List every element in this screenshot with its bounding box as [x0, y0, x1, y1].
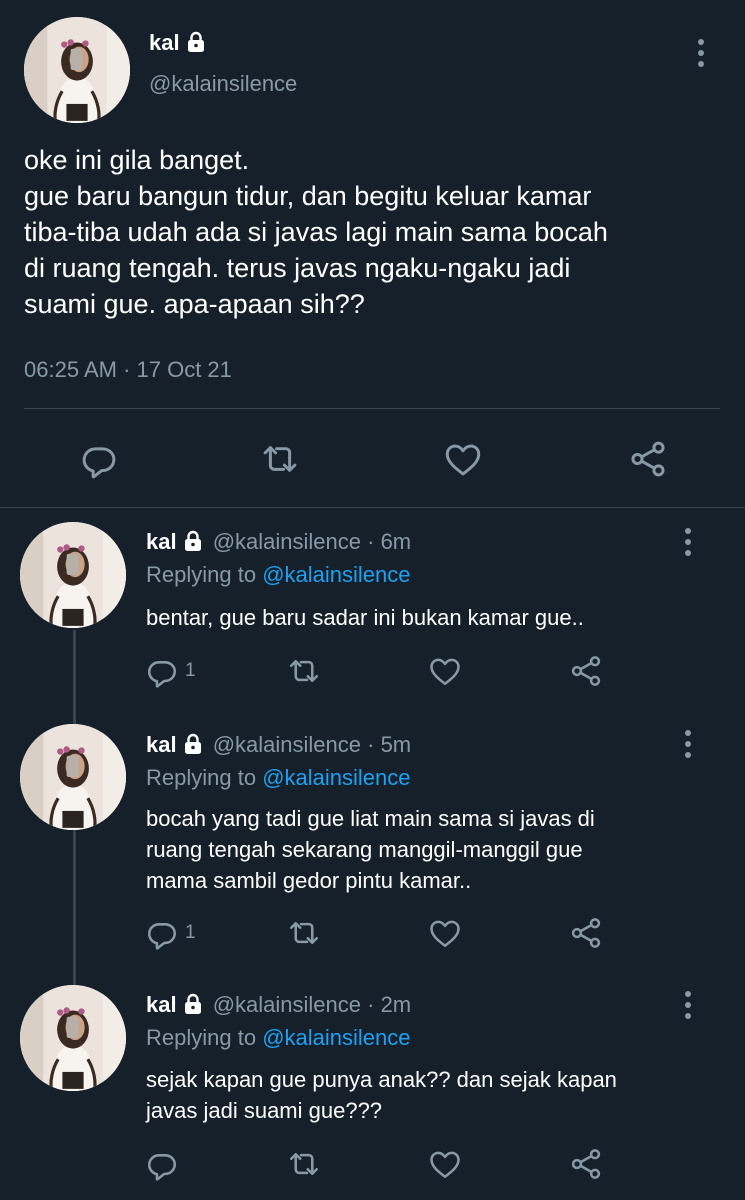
like-icon[interactable]: [427, 1146, 463, 1182]
reply-header: kal @kalainsilence · 6m: [146, 529, 411, 558]
lock-icon: [186, 31, 206, 59]
avatar[interactable]: [24, 17, 130, 123]
reply-text-line: javas jadi suami gue???: [146, 1098, 383, 1123]
avatar[interactable]: [20, 985, 126, 1091]
reply-text-line: bentar, gue baru sadar ini bukan kamar g…: [146, 605, 584, 630]
reply-text-line: sejak kapan gue punya anak?? dan sejak k…: [146, 1067, 617, 1092]
display-name[interactable]: kal: [149, 30, 206, 59]
reply-icon[interactable]: [144, 915, 180, 951]
replying-to: Replying to @kalainsilence: [146, 562, 411, 588]
replying-prefix: Replying to: [146, 765, 257, 790]
display-name[interactable]: kal: [146, 732, 177, 757]
share-icon[interactable]: [568, 915, 604, 951]
retweet-icon[interactable]: [258, 438, 302, 480]
lock-icon: [183, 530, 203, 558]
handle-time[interactable]: @kalainsilence · 5m: [213, 732, 411, 757]
share-icon[interactable]: [568, 653, 604, 689]
tweet-text-line: di ruang tengah. terus javas ngaku-ngaku…: [24, 253, 571, 283]
replying-prefix: Replying to: [146, 562, 257, 587]
tweet-text-line: tiba-tiba udah ada si javas lagi main sa…: [24, 217, 608, 247]
like-icon[interactable]: [427, 653, 463, 689]
reply-text: bentar, gue baru sadar ini bukan kamar g…: [146, 602, 584, 633]
more-options-icon[interactable]: [691, 33, 711, 73]
divider: [0, 507, 745, 508]
reply-text-line: mama sambil gedor pintu kamar..: [146, 868, 472, 893]
retweet-icon[interactable]: [285, 915, 323, 951]
reply-icon[interactable]: [144, 1146, 180, 1182]
reply-header: kal @kalainsilence · 2m: [146, 992, 411, 1021]
more-options-icon[interactable]: [678, 724, 698, 764]
replying-to-link[interactable]: @kalainsilence: [262, 1025, 410, 1050]
handle-time[interactable]: @kalainsilence · 2m: [213, 992, 411, 1017]
like-icon[interactable]: [427, 915, 463, 951]
reply-text: sejak kapan gue punya anak?? dan sejak k…: [146, 1064, 617, 1126]
retweet-icon[interactable]: [285, 653, 323, 689]
avatar[interactable]: [20, 724, 126, 830]
like-icon[interactable]: [442, 438, 484, 480]
lock-icon: [183, 733, 203, 761]
handle[interactable]: @kalainsilence: [149, 71, 297, 97]
replying-prefix: Replying to: [146, 1025, 257, 1050]
display-name[interactable]: kal: [146, 992, 177, 1017]
reply-count: 1: [185, 660, 196, 681]
handle-time[interactable]: @kalainsilence · 6m: [213, 529, 411, 554]
replying-to-link[interactable]: @kalainsilence: [262, 562, 410, 587]
lock-icon: [183, 993, 203, 1021]
reply-text-line: ruang tengah sekarang manggil-manggil gu…: [146, 837, 583, 862]
replying-to: Replying to @kalainsilence: [146, 765, 411, 791]
retweet-icon[interactable]: [285, 1146, 323, 1182]
share-icon[interactable]: [627, 438, 669, 480]
share-icon[interactable]: [568, 1146, 604, 1182]
replying-to-link[interactable]: @kalainsilence: [262, 765, 410, 790]
reply-icon[interactable]: [78, 438, 120, 480]
reply-icon[interactable]: [144, 653, 180, 689]
replying-to: Replying to @kalainsilence: [146, 1025, 411, 1051]
reply-text-line: bocah yang tadi gue liat main sama si ja…: [146, 806, 595, 831]
reply-count: 1: [185, 922, 196, 943]
display-name-text: kal: [149, 30, 180, 55]
divider: [24, 408, 720, 409]
tweet-text-line: suami gue. apa-apaan sih??: [24, 289, 365, 319]
more-options-icon[interactable]: [678, 522, 698, 562]
reply-text: bocah yang tadi gue liat main sama si ja…: [146, 803, 595, 896]
tweet-text: oke ini gila banget. gue baru bangun tid…: [24, 142, 724, 322]
timestamp[interactable]: 06:25 AM · 17 Oct 21: [24, 357, 232, 383]
avatar[interactable]: [20, 522, 126, 628]
tweet-text-line: oke ini gila banget.: [24, 145, 250, 175]
tweet-text-line: gue baru bangun tidur, dan begitu keluar…: [24, 181, 592, 211]
display-name[interactable]: kal: [146, 529, 177, 554]
more-options-icon[interactable]: [678, 985, 698, 1025]
reply-header: kal @kalainsilence · 5m: [146, 732, 411, 761]
